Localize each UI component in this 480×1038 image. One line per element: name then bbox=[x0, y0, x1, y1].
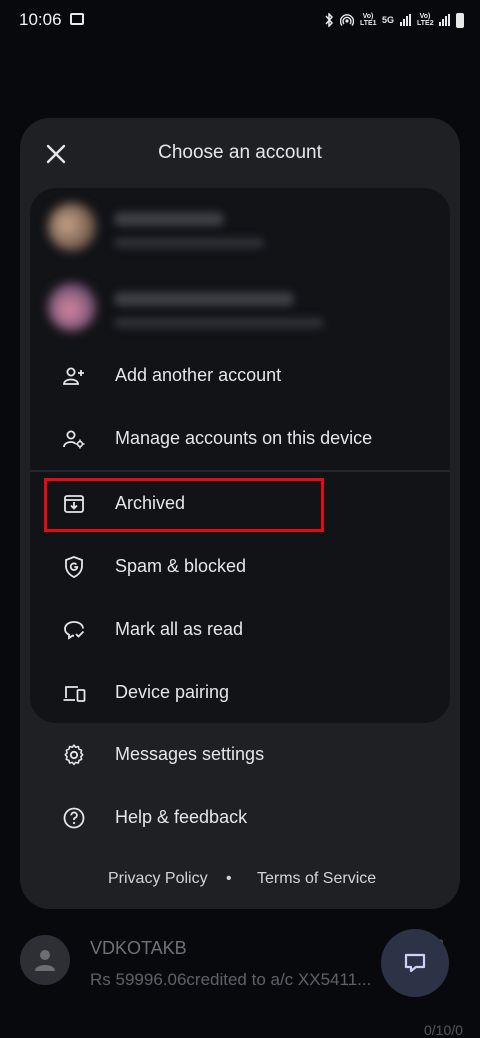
chat-icon bbox=[404, 953, 426, 973]
account-item[interactable] bbox=[48, 278, 428, 338]
mark-all-read-item[interactable]: Mark all as read bbox=[30, 599, 450, 661]
manage-accounts-icon bbox=[63, 430, 85, 449]
bluetooth-icon bbox=[325, 13, 334, 27]
sim1-label: Vo) LTE1 bbox=[359, 13, 377, 27]
hotspot-icon bbox=[339, 14, 354, 26]
mark-read-icon bbox=[64, 621, 85, 640]
menu-label: Help & feedback bbox=[115, 807, 248, 827]
device-pairing-item[interactable]: Device pairing bbox=[30, 662, 450, 723]
menu-label: Device pairing bbox=[115, 682, 230, 702]
image-icon bbox=[70, 13, 84, 25]
battery-icon bbox=[456, 12, 464, 28]
conversation-sender[interactable]: VDKOTAKB bbox=[90, 938, 187, 959]
status-time: 10:06 bbox=[19, 10, 62, 29]
privacy-policy-link[interactable]: Privacy Policy bbox=[108, 870, 208, 888]
highlight-box bbox=[44, 478, 324, 532]
conversation-date: 0/10/0 bbox=[424, 1022, 463, 1038]
account-item[interactable] bbox=[48, 198, 428, 258]
gear-icon bbox=[64, 744, 84, 766]
menu-label: Spam & blocked bbox=[115, 556, 247, 576]
help-icon bbox=[63, 807, 85, 829]
avatar[interactable] bbox=[20, 935, 70, 985]
signal-icon bbox=[400, 14, 411, 26]
account-card: Add another account Manage accounts on t… bbox=[30, 188, 450, 723]
start-chat-button[interactable] bbox=[381, 929, 449, 997]
spam-shield-icon bbox=[65, 556, 83, 578]
avatar bbox=[48, 203, 96, 251]
add-person-icon bbox=[63, 367, 84, 385]
person-icon bbox=[35, 950, 55, 971]
messages-settings-item[interactable]: Messages settings bbox=[20, 724, 460, 786]
sheet-title: Choose an account bbox=[158, 142, 322, 163]
menu-label: Mark all as read bbox=[115, 619, 244, 639]
status-icons: Vo) LTE1 5G Vo) LTE2 bbox=[324, 8, 464, 32]
sheet-footer: Privacy Policy • Terms of Service bbox=[20, 870, 460, 890]
spam-blocked-item[interactable]: Spam & blocked bbox=[30, 536, 450, 598]
terms-of-service-link[interactable]: Terms of Service bbox=[257, 870, 376, 888]
signal-icon bbox=[439, 14, 450, 26]
menu-label: Messages settings bbox=[115, 744, 265, 764]
sim2-label: Vo) LTE2 bbox=[417, 13, 434, 27]
manage-accounts-item[interactable]: Manage accounts on this device bbox=[30, 408, 450, 470]
add-account-item[interactable]: Add another account bbox=[30, 345, 450, 407]
conversation-snippet[interactable]: Rs 59996.06credited to a/c XX5411... bbox=[90, 970, 382, 990]
device-pairing-icon bbox=[63, 686, 86, 702]
menu-label: Manage accounts on this device bbox=[115, 428, 373, 448]
help-feedback-item[interactable]: Help & feedback bbox=[20, 787, 460, 849]
menu-label: Add another account bbox=[115, 365, 282, 385]
divider bbox=[30, 470, 450, 472]
footer-separator: • bbox=[226, 870, 232, 887]
status-bar: 10:06 Vo) LTE1 5G Vo) LTE2 bbox=[0, 0, 480, 40]
avatar bbox=[48, 283, 96, 331]
network-label: 5G bbox=[381, 14, 394, 25]
